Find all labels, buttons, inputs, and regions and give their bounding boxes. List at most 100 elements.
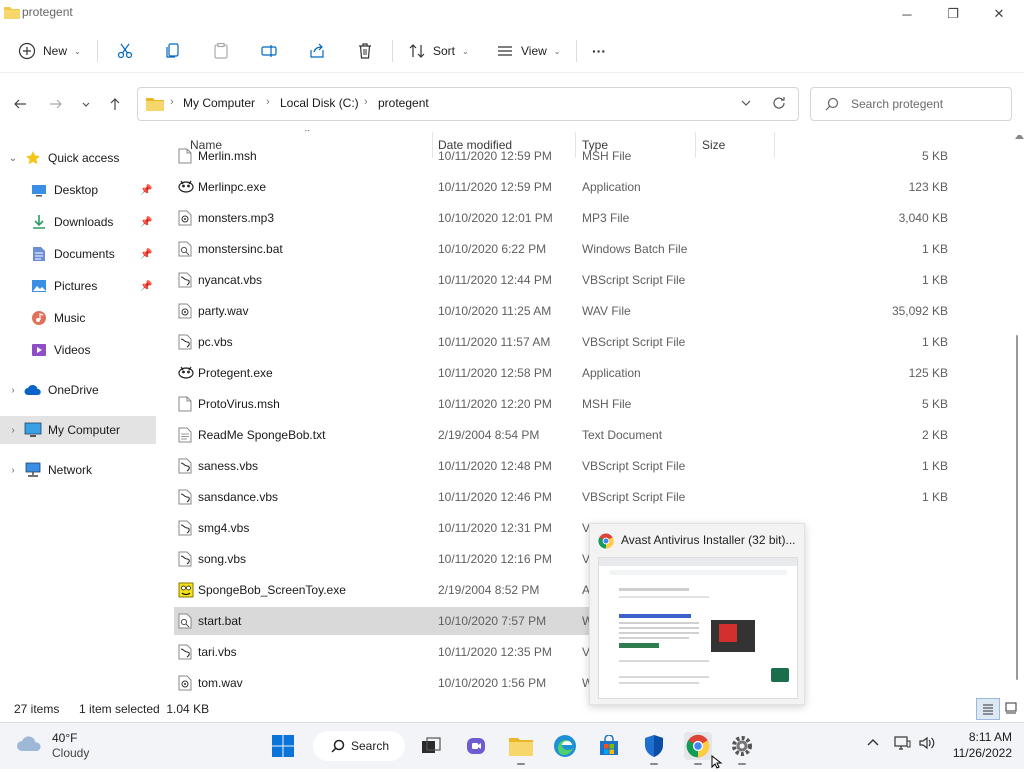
search-icon bbox=[825, 97, 839, 114]
file-size: 1 KB bbox=[921, 273, 948, 287]
address-bar[interactable]: › My Computer › Local Disk (C:) › proteg… bbox=[137, 87, 799, 121]
address-dropdown-button[interactable] bbox=[740, 97, 752, 112]
file-explorer-taskbar-button[interactable] bbox=[507, 732, 535, 765]
chevron-down-icon: ⌄ bbox=[462, 46, 469, 56]
delete-button[interactable] bbox=[356, 38, 374, 64]
script-file-icon bbox=[178, 551, 192, 567]
arrow-left-icon bbox=[14, 99, 26, 109]
chevron-down-icon[interactable]: ⌄ bbox=[6, 153, 20, 164]
mouse-cursor-icon bbox=[711, 754, 723, 772]
recent-locations-button[interactable] bbox=[76, 94, 96, 114]
picture-icon bbox=[30, 278, 48, 294]
clipboard-icon bbox=[212, 42, 230, 60]
task-view-button[interactable] bbox=[417, 732, 445, 760]
file-name: tari.vbs bbox=[198, 645, 237, 659]
copy-button[interactable] bbox=[164, 38, 182, 64]
file-row[interactable]: pc.vbs 10/11/2020 11:57 AM VBScript Script… bbox=[174, 328, 948, 356]
teams-chat-button[interactable] bbox=[462, 732, 490, 760]
star-icon bbox=[24, 150, 42, 166]
weather-description[interactable]: Cloudy bbox=[52, 746, 89, 760]
network-icon bbox=[24, 462, 42, 478]
cloud-weather-icon[interactable] bbox=[16, 733, 44, 756]
nav-item-network[interactable]: › Network bbox=[0, 456, 156, 484]
chrome-taskbar-button[interactable] bbox=[684, 732, 712, 765]
nav-item-onedrive[interactable]: › OneDrive bbox=[0, 376, 156, 404]
file-row[interactable]: ProtoVirus.msh 10/11/2020 12:20 PM MSH Fil… bbox=[174, 390, 948, 418]
pin-icon[interactable]: 📌 bbox=[140, 217, 152, 228]
microsoft-store-button[interactable] bbox=[595, 732, 623, 760]
file-row[interactable]: nyancat.vbs 10/11/2020 12:44 PM VBScript S… bbox=[174, 266, 948, 294]
nav-item-documents[interactable]: Documents 📌 bbox=[0, 240, 156, 268]
sort-button[interactable]: Sort ⌄ bbox=[408, 38, 469, 64]
clock-time[interactable]: 8:11 AM bbox=[962, 730, 1012, 744]
show-hidden-icons-button[interactable] bbox=[866, 736, 880, 751]
file-row[interactable]: Merlin.msh 10/11/2020 12:59 PM MSH File 5 K… bbox=[174, 142, 948, 170]
file-row[interactable]: saness.vbs 10/11/2020 12:48 PM VBScript Sc… bbox=[174, 452, 948, 480]
paste-button[interactable] bbox=[212, 38, 230, 64]
edge-button[interactable] bbox=[551, 732, 579, 760]
nav-item-downloads[interactable]: Downloads 📌 bbox=[0, 208, 156, 236]
file-row[interactable]: Merlinpc.exe 10/11/2020 12:59 PM Applicati… bbox=[174, 173, 948, 201]
view-button[interactable]: View ⌄ bbox=[496, 38, 561, 64]
chevron-right-icon: › bbox=[170, 96, 174, 108]
security-button[interactable] bbox=[640, 732, 668, 765]
pin-icon[interactable]: 📌 bbox=[140, 249, 152, 260]
share-button[interactable] bbox=[308, 38, 326, 64]
file-size: 5 KB bbox=[921, 397, 948, 411]
file-date-modified: 10/10/2020 12:01 PM bbox=[438, 211, 553, 225]
file-row[interactable]: monstersinc.bat 10/10/2020 6:22 PM Windows… bbox=[174, 235, 948, 263]
refresh-button[interactable] bbox=[772, 96, 786, 113]
volume-icon[interactable] bbox=[918, 735, 936, 754]
nav-item-music[interactable]: Music bbox=[0, 304, 156, 332]
title-bar: protegent ─ ❐ ✕ bbox=[0, 0, 1024, 28]
status-bar: 27 items 1 item selected 1.04 KB bbox=[0, 698, 1024, 720]
divider bbox=[392, 40, 393, 62]
file-type: MP3 File bbox=[582, 211, 630, 225]
taskbar-search-button[interactable]: Search bbox=[313, 731, 405, 761]
file-row[interactable]: ReadMe SpongeBob.txt 2/19/2004 8:54 PM Tex… bbox=[174, 421, 948, 449]
more-options-button[interactable]: ··· bbox=[592, 38, 606, 64]
cut-button[interactable] bbox=[116, 38, 134, 64]
forward-button[interactable] bbox=[46, 94, 66, 114]
pin-icon[interactable]: 📌 bbox=[140, 185, 152, 196]
scrollbar-thumb[interactable] bbox=[1016, 335, 1018, 680]
tiles-view-toggle[interactable] bbox=[1001, 699, 1021, 717]
nav-item-my-computer[interactable]: › My Computer bbox=[0, 416, 156, 444]
cloud-icon bbox=[24, 382, 42, 398]
chevron-right-icon[interactable]: › bbox=[6, 465, 20, 476]
start-button[interactable] bbox=[269, 732, 297, 760]
arrow-up-icon bbox=[110, 98, 120, 110]
new-button[interactable]: New ⌄ bbox=[18, 38, 81, 64]
chevron-right-icon[interactable]: › bbox=[6, 385, 20, 396]
breadcrumb-my-computer[interactable]: My Computer bbox=[183, 96, 255, 110]
nav-item-quick-access[interactable]: ⌄ Quick access bbox=[0, 144, 156, 172]
nav-item-pictures[interactable]: Pictures 📌 bbox=[0, 272, 156, 300]
rename-button[interactable] bbox=[260, 38, 278, 64]
file-type: WAV File bbox=[582, 304, 631, 318]
file-row[interactable]: Protegent.exe 10/11/2020 12:58 PM Applicat… bbox=[174, 359, 948, 387]
chevron-right-icon: › bbox=[266, 96, 270, 108]
file-row[interactable]: monsters.mp3 10/10/2020 12:01 PM MP3 File 3… bbox=[174, 204, 948, 232]
taskbar-thumbnail-preview[interactable]: Avast Antivirus Installer (32 bit)... bbox=[589, 523, 805, 705]
chevron-right-icon[interactable]: › bbox=[6, 425, 20, 436]
back-button[interactable] bbox=[10, 94, 30, 114]
file-date-modified: 10/11/2020 12:35 PM bbox=[438, 645, 552, 659]
clock-date[interactable]: 11/26/2022 bbox=[942, 746, 1012, 760]
minimize-button[interactable]: ─ bbox=[884, 0, 930, 28]
nav-item-desktop[interactable]: Desktop 📌 bbox=[0, 176, 156, 204]
pin-icon[interactable]: 📌 bbox=[140, 281, 152, 292]
details-view-toggle[interactable] bbox=[976, 698, 1000, 720]
settings-button[interactable] bbox=[728, 732, 756, 765]
breadcrumb-protegent[interactable]: protegent bbox=[378, 96, 429, 110]
search-box[interactable]: Search protegent bbox=[810, 87, 1012, 121]
vertical-scrollbar[interactable] bbox=[1014, 135, 1024, 680]
up-button[interactable] bbox=[105, 94, 125, 114]
weather-temperature[interactable]: 40°F bbox=[52, 731, 77, 745]
breadcrumb-local-disk[interactable]: Local Disk (C:) bbox=[280, 96, 359, 110]
file-row[interactable]: party.wav 10/10/2020 11:25 AM WAV File 35,0… bbox=[174, 297, 948, 325]
file-row[interactable]: sansdance.vbs 10/11/2020 12:46 PM VBScript… bbox=[174, 483, 948, 511]
close-button[interactable]: ✕ bbox=[976, 0, 1022, 28]
restore-button[interactable]: ❐ bbox=[930, 0, 976, 28]
nav-item-videos[interactable]: Videos bbox=[0, 336, 156, 364]
network-status-icon[interactable] bbox=[893, 735, 911, 754]
